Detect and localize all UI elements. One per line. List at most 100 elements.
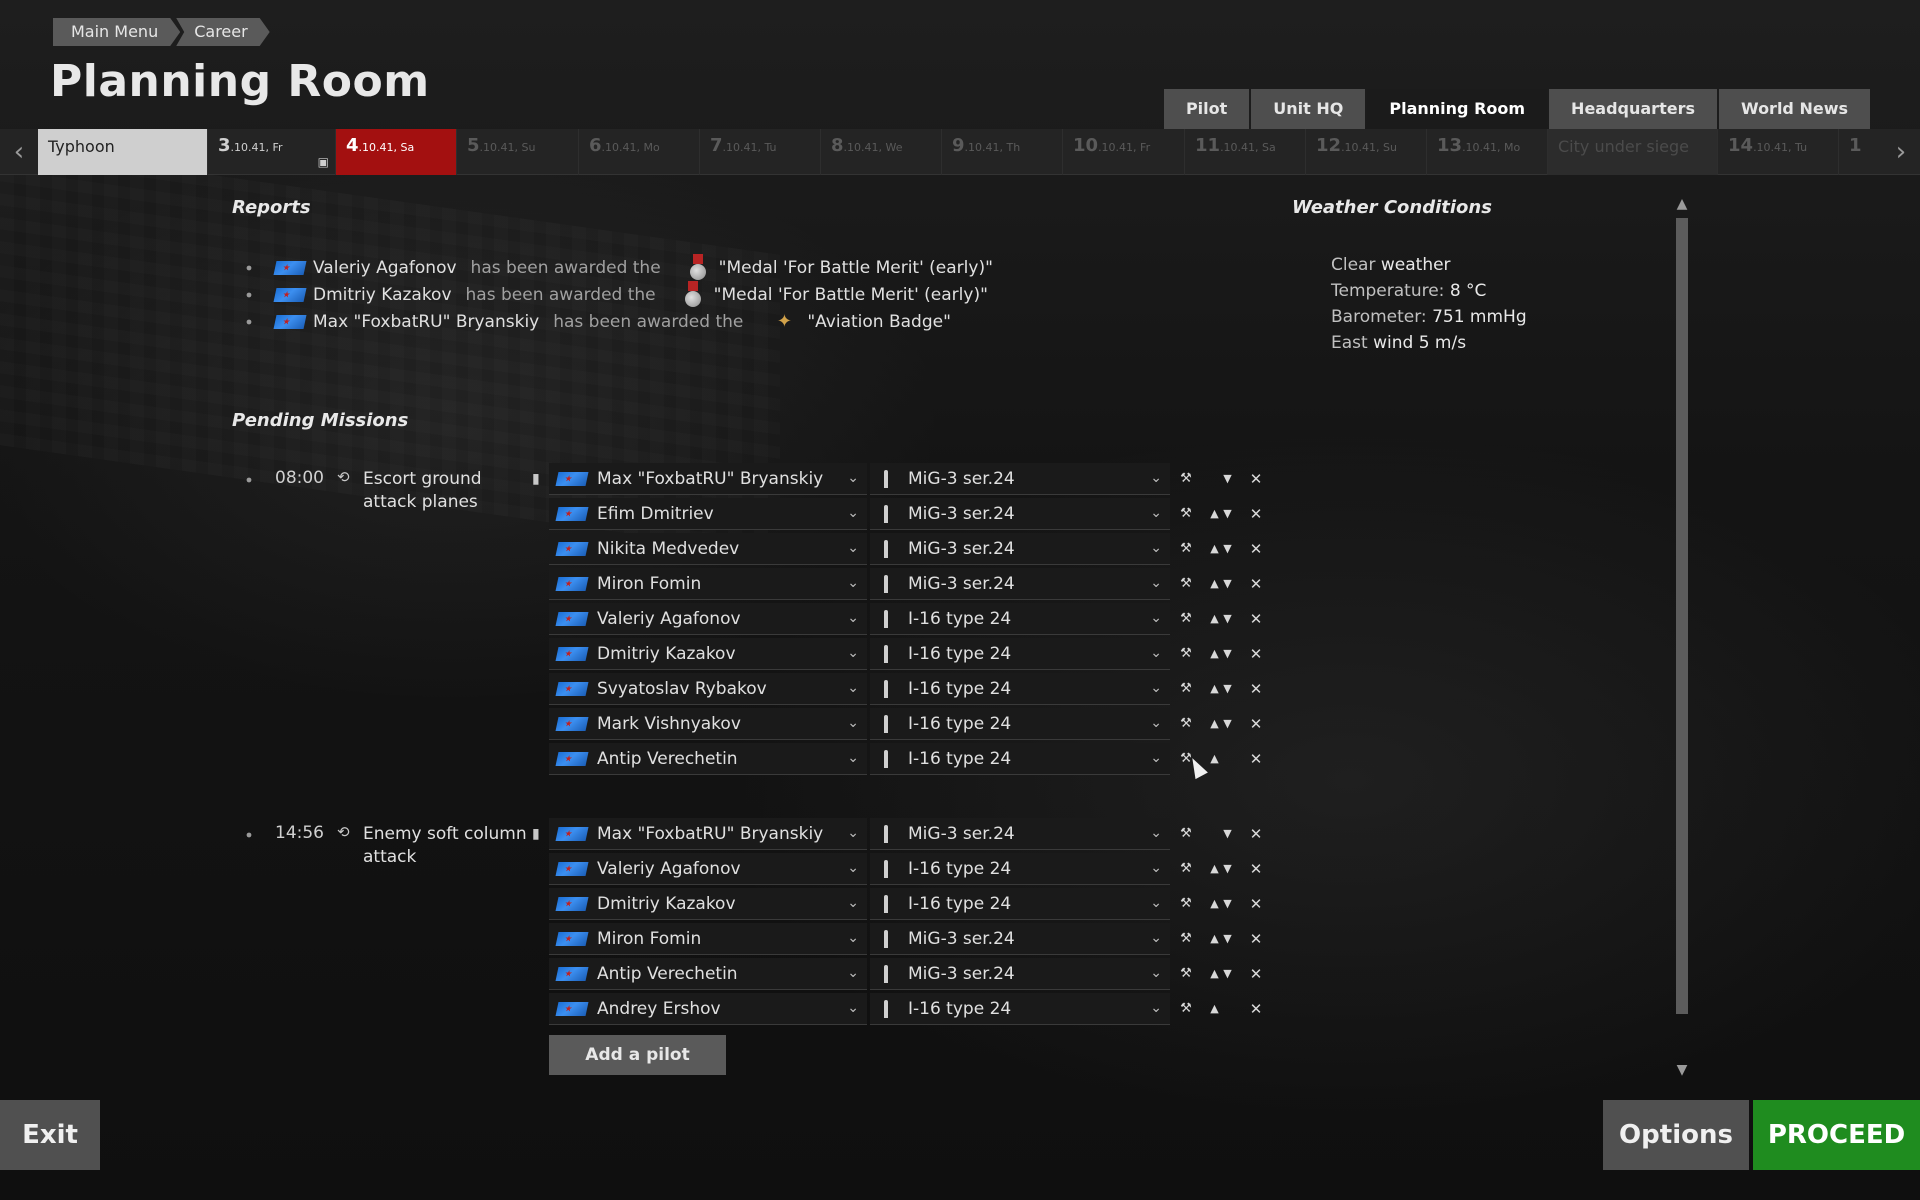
wrench-icon[interactable]: ⚒ bbox=[1178, 894, 1194, 914]
timeline-day[interactable]: 14.10.41, Tu bbox=[1718, 129, 1839, 175]
move-up-icon[interactable]: ▲ bbox=[1208, 999, 1221, 1019]
move-up-icon[interactable]: ▲ bbox=[1208, 964, 1221, 984]
plane-select[interactable]: MiG-3 ser.24 ⌄ bbox=[870, 498, 1170, 530]
move-up-icon[interactable]: ▲ bbox=[1208, 644, 1221, 664]
scroll-up-icon[interactable]: ▲ bbox=[1672, 196, 1692, 212]
move-down-icon[interactable]: ▼ bbox=[1221, 644, 1234, 664]
pilot-select[interactable]: Valeriy Agafonov ⌄ bbox=[549, 603, 867, 635]
move-down-icon[interactable]: ▼ bbox=[1221, 679, 1234, 699]
remove-icon[interactable]: ✕ bbox=[1248, 469, 1264, 489]
move-down-icon[interactable]: ▼ bbox=[1221, 824, 1234, 844]
remove-icon[interactable]: ✕ bbox=[1248, 859, 1264, 879]
move-down-icon[interactable]: ▼ bbox=[1221, 609, 1234, 629]
wrench-icon[interactable]: ⚒ bbox=[1178, 929, 1194, 949]
remove-icon[interactable]: ✕ bbox=[1248, 824, 1264, 844]
wrench-icon[interactable]: ⚒ bbox=[1178, 859, 1194, 879]
report-pilot-name[interactable]: Valeriy Agafonov bbox=[313, 258, 457, 278]
remove-icon[interactable]: ✕ bbox=[1248, 609, 1264, 629]
plane-select[interactable]: I-16 type 24 ⌄ bbox=[870, 708, 1170, 740]
plane-select[interactable]: MiG-3 ser.24 ⌄ bbox=[870, 533, 1170, 565]
remove-icon[interactable]: ✕ bbox=[1248, 999, 1264, 1019]
pilot-select[interactable]: Dmitriy Kazakov ⌄ bbox=[549, 638, 867, 670]
move-down-icon[interactable]: ▼ bbox=[1221, 539, 1234, 559]
timeline-day[interactable]: 8.10.41, We bbox=[821, 129, 942, 175]
pilot-select[interactable]: Andrey Ershov ⌄ bbox=[549, 993, 867, 1025]
remove-icon[interactable]: ✕ bbox=[1248, 964, 1264, 984]
move-up-icon[interactable]: ▲ bbox=[1208, 859, 1221, 879]
move-down-icon[interactable]: ▼ bbox=[1221, 859, 1234, 879]
pilot-select[interactable]: Max "FoxbatRU" Bryanskiy ⌄ bbox=[549, 818, 867, 850]
wrench-icon[interactable]: ⚒ bbox=[1178, 504, 1194, 524]
plane-select[interactable]: I-16 type 24 ⌄ bbox=[870, 638, 1170, 670]
proceed-button[interactable]: PROCEED bbox=[1753, 1100, 1920, 1170]
move-down-icon[interactable]: ▼ bbox=[1221, 714, 1234, 734]
timeline-day[interactable]: 9.10.41, Th bbox=[942, 129, 1063, 175]
scrollbar-thumb[interactable] bbox=[1676, 218, 1688, 1014]
timeline-day[interactable]: 10.10.41, Fr bbox=[1063, 129, 1185, 175]
wrench-icon[interactable]: ⚒ bbox=[1178, 574, 1194, 594]
tab-pilot[interactable]: Pilot bbox=[1163, 89, 1250, 129]
plane-select[interactable]: I-16 type 24 ⌄ bbox=[870, 993, 1170, 1025]
tab-planning-room[interactable]: Planning Room bbox=[1367, 89, 1548, 129]
remove-icon[interactable]: ✕ bbox=[1248, 539, 1264, 559]
wrench-icon[interactable]: ⚒ bbox=[1178, 539, 1194, 559]
pilot-select[interactable]: Dmitriy Kazakov ⌄ bbox=[549, 888, 867, 920]
pilot-select[interactable]: Miron Fomin ⌄ bbox=[549, 568, 867, 600]
pilot-select[interactable]: Miron Fomin ⌄ bbox=[549, 923, 867, 955]
pilot-select[interactable]: Max "FoxbatRU" Bryanskiy ⌄ bbox=[549, 463, 867, 495]
mission-bookmark-icon[interactable]: ▮ bbox=[532, 826, 540, 842]
timeline-day[interactable]: 3.10.41, Fr ▣ bbox=[208, 129, 336, 175]
pilot-select[interactable]: Antip Verechetin ⌄ bbox=[549, 743, 867, 775]
tab-world-news[interactable]: World News bbox=[1718, 89, 1870, 129]
exit-button[interactable]: Exit bbox=[0, 1100, 100, 1170]
wrench-icon[interactable]: ⚒ bbox=[1178, 609, 1194, 629]
timeline-day[interactable]: 4.10.41, Sa bbox=[336, 129, 457, 175]
wrench-icon[interactable]: ⚒ bbox=[1178, 824, 1194, 844]
plane-select[interactable]: I-16 type 24 ⌄ bbox=[870, 743, 1170, 775]
plane-select[interactable]: I-16 type 24 ⌄ bbox=[870, 673, 1170, 705]
plane-select[interactable]: MiG-3 ser.24 ⌄ bbox=[870, 958, 1170, 990]
move-down-icon[interactable]: ▼ bbox=[1221, 574, 1234, 594]
wrench-icon[interactable]: ⚒ bbox=[1178, 714, 1194, 734]
tab-headquarters[interactable]: Headquarters bbox=[1549, 89, 1717, 129]
timeline-day[interactable]: City under siege bbox=[1548, 129, 1718, 175]
move-up-icon[interactable]: ▲ bbox=[1208, 679, 1221, 699]
scroll-down-icon[interactable]: ▼ bbox=[1672, 1062, 1692, 1078]
pilot-select[interactable]: Valeriy Agafonov ⌄ bbox=[549, 853, 867, 885]
remove-icon[interactable]: ✕ bbox=[1248, 894, 1264, 914]
timeline-prev-arrow-icon[interactable]: ‹ bbox=[0, 129, 38, 175]
move-up-icon[interactable]: ▲ bbox=[1208, 749, 1221, 769]
options-button[interactable]: Options bbox=[1603, 1100, 1749, 1170]
move-down-icon[interactable]: ▼ bbox=[1221, 964, 1234, 984]
timeline-day[interactable]: Typhoon bbox=[38, 129, 208, 175]
move-up-icon[interactable]: ▲ bbox=[1208, 539, 1221, 559]
pilot-select[interactable]: Mark Vishnyakov ⌄ bbox=[549, 708, 867, 740]
move-up-icon[interactable]: ▲ bbox=[1208, 894, 1221, 914]
plane-select[interactable]: MiG-3 ser.24 ⌄ bbox=[870, 818, 1170, 850]
move-down-icon[interactable]: ▼ bbox=[1221, 929, 1234, 949]
wrench-icon[interactable]: ⚒ bbox=[1178, 964, 1194, 984]
move-up-icon[interactable]: ▲ bbox=[1208, 504, 1221, 524]
plane-select[interactable]: I-16 type 24 ⌄ bbox=[870, 853, 1170, 885]
wrench-icon[interactable]: ⚒ bbox=[1178, 999, 1194, 1019]
plane-select[interactable]: MiG-3 ser.24 ⌄ bbox=[870, 568, 1170, 600]
plane-select[interactable]: I-16 type 24 ⌄ bbox=[870, 888, 1170, 920]
move-down-icon[interactable]: ▼ bbox=[1221, 469, 1234, 489]
breadcrumb-career[interactable]: Career bbox=[176, 18, 269, 46]
move-down-icon[interactable]: ▼ bbox=[1221, 504, 1234, 524]
tab-unit-hq[interactable]: Unit HQ bbox=[1251, 89, 1366, 129]
breadcrumb-main-menu[interactable]: Main Menu bbox=[53, 18, 180, 46]
move-up-icon[interactable]: ▲ bbox=[1208, 609, 1221, 629]
timeline-day[interactable]: 11.10.41, Sa bbox=[1185, 129, 1306, 175]
wrench-icon[interactable]: ⚒ bbox=[1178, 469, 1194, 489]
remove-icon[interactable]: ✕ bbox=[1248, 714, 1264, 734]
pilot-select[interactable]: Antip Verechetin ⌄ bbox=[549, 958, 867, 990]
move-up-icon[interactable]: ▲ bbox=[1208, 929, 1221, 949]
pilot-select[interactable]: Nikita Medvedev ⌄ bbox=[549, 533, 867, 565]
move-up-icon[interactable]: ▲ bbox=[1208, 714, 1221, 734]
remove-icon[interactable]: ✕ bbox=[1248, 574, 1264, 594]
timeline-day[interactable]: 5.10.41, Su bbox=[457, 129, 579, 175]
timeline-next-arrow-icon[interactable]: › bbox=[1882, 129, 1920, 175]
remove-icon[interactable]: ✕ bbox=[1248, 504, 1264, 524]
report-pilot-name[interactable]: Dmitriy Kazakov bbox=[313, 285, 452, 305]
